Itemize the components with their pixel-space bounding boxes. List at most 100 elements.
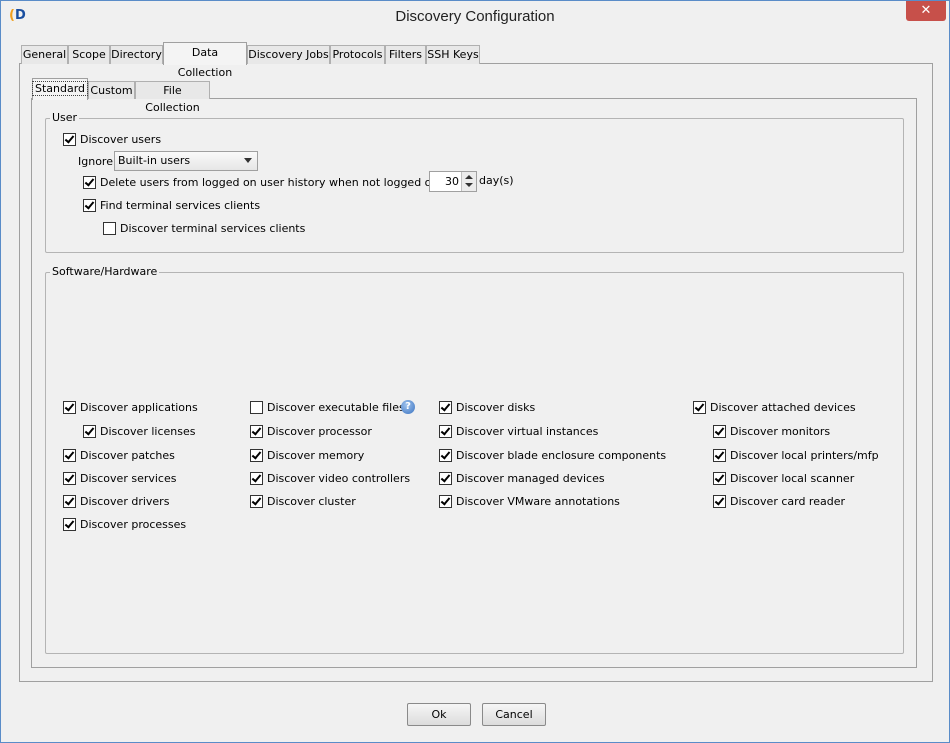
- discover-memory-checkbox[interactable]: Discover memory: [250, 447, 364, 463]
- checkbox-box[interactable]: [439, 400, 452, 414]
- discover-executable-files-checkbox[interactable]: Discover executable files: [250, 399, 405, 415]
- checkbox-label: Discover disks: [456, 400, 536, 414]
- spinner-buttons[interactable]: [461, 172, 476, 191]
- find-terminal-label: Find terminal services clients: [100, 198, 261, 212]
- spinner-down-icon[interactable]: [465, 183, 473, 187]
- discover-patches-checkbox[interactable]: Discover patches: [63, 447, 175, 463]
- discover-applications-checkbox[interactable]: Discover applications: [63, 399, 198, 415]
- discover-terminal-checkbox[interactable]: Discover terminal services clients: [103, 220, 305, 236]
- checkbox-box[interactable]: [713, 424, 726, 438]
- checkbox-box[interactable]: [250, 400, 263, 414]
- checkbox-box[interactable]: [103, 221, 116, 235]
- checkbox-box[interactable]: [83, 175, 96, 189]
- discover-cluster-checkbox[interactable]: Discover cluster: [250, 493, 356, 509]
- checkbox-box[interactable]: [63, 448, 76, 462]
- checkbox-label: Discover processes: [80, 517, 187, 531]
- discover-processes-checkbox[interactable]: Discover processes: [63, 516, 186, 532]
- discover-terminal-label: Discover terminal services clients: [120, 221, 306, 235]
- days-spinner[interactable]: 30: [429, 171, 477, 192]
- tab-data-collection[interactable]: Data Collection: [163, 42, 247, 79]
- checkbox-label: Discover licenses: [100, 424, 196, 438]
- delete-users-checkbox[interactable]: Delete users from logged on user history…: [83, 174, 457, 190]
- checkbox-box[interactable]: [250, 424, 263, 438]
- tab-filters[interactable]: Filters: [385, 45, 426, 64]
- ignore-label: Ignore: [78, 155, 113, 168]
- discover-local-scanner-checkbox[interactable]: Discover local scanner: [713, 470, 854, 486]
- subtab-file-collection[interactable]: File Collection: [135, 81, 210, 114]
- checkbox-label: Discover executable files: [267, 400, 405, 414]
- discover-drivers-checkbox[interactable]: Discover drivers: [63, 493, 169, 509]
- checkbox-label: Discover video controllers: [267, 471, 411, 485]
- subtab-standard[interactable]: Standard: [31, 78, 89, 100]
- checkbox-box[interactable]: [63, 494, 76, 508]
- ok-button[interactable]: Ok: [407, 703, 471, 726]
- checkbox-box[interactable]: [63, 400, 76, 414]
- tab-discovery-jobs[interactable]: Discovery Jobs: [247, 45, 330, 64]
- checkbox-label: Discover patches: [80, 448, 175, 462]
- software-hardware-group: Software/Hardware: [45, 265, 904, 654]
- checkbox-box[interactable]: [439, 494, 452, 508]
- checkbox-box[interactable]: [713, 471, 726, 485]
- discover-attached-devices-checkbox[interactable]: Discover attached devices: [693, 399, 856, 415]
- checkbox-label: Discover card reader: [730, 494, 845, 508]
- checkbox-box[interactable]: [439, 448, 452, 462]
- tab-scope[interactable]: Scope: [68, 45, 110, 64]
- discover-local-printers-checkbox[interactable]: Discover local printers/mfp: [713, 447, 879, 463]
- close-button[interactable]: ✕: [906, 1, 946, 21]
- checkbox-box[interactable]: [83, 424, 96, 438]
- discover-card-reader-checkbox[interactable]: Discover card reader: [713, 493, 845, 509]
- tab-protocols[interactable]: Protocols: [330, 45, 385, 64]
- checkbox-label: Discover blade enclosure components: [456, 448, 667, 462]
- discover-processor-checkbox[interactable]: Discover processor: [250, 423, 372, 439]
- tab-ssh-keys[interactable]: SSH Keys: [426, 45, 480, 64]
- discover-video-controllers-checkbox[interactable]: Discover video controllers: [250, 470, 410, 486]
- checkbox-label: Discover local printers/mfp: [730, 448, 879, 462]
- checkbox-label: Discover virtual instances: [456, 424, 599, 438]
- window-title: Discovery Configuration: [395, 8, 555, 25]
- discover-services-checkbox[interactable]: Discover services: [63, 470, 176, 486]
- checkbox-box[interactable]: [439, 471, 452, 485]
- user-group-legend: User: [50, 111, 80, 124]
- delete-users-label: Delete users from logged on user history…: [100, 175, 458, 189]
- discover-disks-checkbox[interactable]: Discover disks: [439, 399, 535, 415]
- checkbox-box[interactable]: [63, 132, 76, 146]
- checkbox-label: Discover local scanner: [730, 471, 855, 485]
- discover-virtual-instances-checkbox[interactable]: Discover virtual instances: [439, 423, 598, 439]
- discover-managed-devices-checkbox[interactable]: Discover managed devices: [439, 470, 605, 486]
- checkbox-label: Discover managed devices: [456, 471, 605, 485]
- ignore-select[interactable]: Built-in users: [114, 151, 258, 171]
- discovery-configuration-window: (D Discovery Configuration ✕ General Sco…: [0, 0, 950, 743]
- software-hardware-legend: Software/Hardware: [50, 265, 160, 278]
- checkbox-box[interactable]: [63, 517, 76, 531]
- checkbox-box[interactable]: [250, 494, 263, 508]
- checkbox-box[interactable]: [63, 471, 76, 485]
- checkbox-box[interactable]: [713, 494, 726, 508]
- checkbox-box[interactable]: [713, 448, 726, 462]
- discover-blade-enclosure-checkbox[interactable]: Discover blade enclosure components: [439, 447, 666, 463]
- checkbox-label: Discover memory: [267, 448, 365, 462]
- checkbox-box[interactable]: [83, 198, 96, 212]
- discover-users-checkbox[interactable]: Discover users: [63, 131, 161, 147]
- discover-monitors-checkbox[interactable]: Discover monitors: [713, 423, 830, 439]
- help-icon[interactable]: ?: [401, 400, 415, 414]
- discover-vmware-annotations-checkbox[interactable]: Discover VMware annotations: [439, 493, 620, 509]
- checkbox-label: Discover processor: [267, 424, 372, 438]
- checkbox-box[interactable]: [693, 400, 706, 414]
- chevron-down-icon: [244, 158, 252, 163]
- ignore-select-value: Built-in users: [118, 154, 191, 167]
- days-unit-label: day(s): [479, 174, 514, 187]
- checkbox-label: Discover attached devices: [710, 400, 856, 414]
- days-value[interactable]: 30: [445, 172, 459, 191]
- tab-directory[interactable]: Directory: [110, 45, 163, 64]
- discover-licenses-checkbox[interactable]: Discover licenses: [83, 423, 195, 439]
- tab-general[interactable]: General: [21, 45, 68, 64]
- checkbox-label: Discover VMware annotations: [456, 494, 620, 508]
- checkbox-label: Discover applications: [80, 400, 198, 414]
- checkbox-box[interactable]: [250, 448, 263, 462]
- find-terminal-checkbox[interactable]: Find terminal services clients: [83, 197, 260, 213]
- checkbox-box[interactable]: [439, 424, 452, 438]
- checkbox-box[interactable]: [250, 471, 263, 485]
- subtab-custom[interactable]: Custom: [88, 81, 135, 99]
- cancel-button[interactable]: Cancel: [482, 703, 546, 726]
- spinner-up-icon[interactable]: [465, 175, 473, 179]
